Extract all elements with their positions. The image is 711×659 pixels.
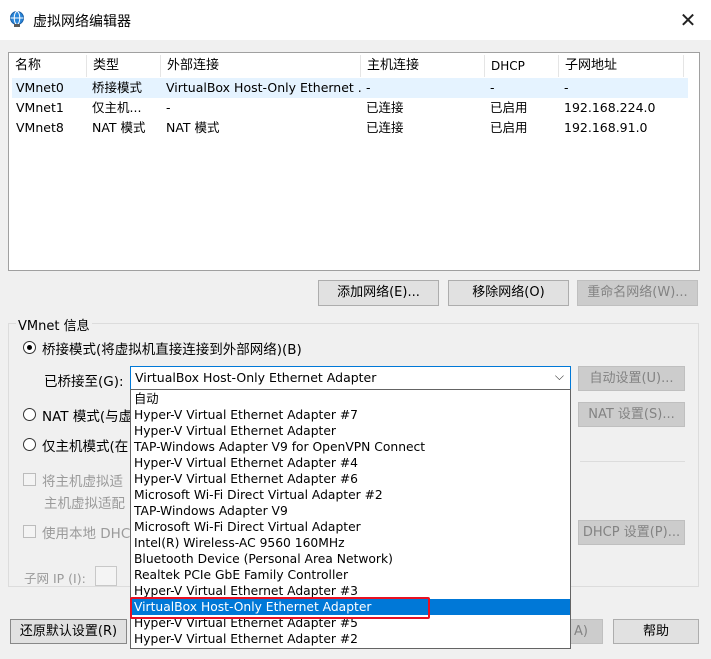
dropdown-option[interactable]: Hyper-V Virtual Ethernet Adapter #4 — [131, 455, 570, 471]
dropdown-option[interactable]: Hyper-V Virtual Ethernet Adapter #3 — [131, 583, 570, 599]
cell-dhcp: 已启用 — [490, 100, 528, 115]
table-row[interactable]: VMnet1 仅主机... - 已连接 已启用 192.168.224.0 — [12, 98, 688, 118]
dropdown-option[interactable]: Realtek PCIe GbE Family Controller — [131, 567, 570, 583]
title-bar: 虚拟网络编辑器 ✕ — [0, 0, 711, 40]
cell-external: VirtualBox Host-Only Ethernet ... — [166, 80, 362, 95]
dropdown-option[interactable]: TAP-Windows Adapter V9 — [131, 503, 570, 519]
cell-external: NAT 模式 — [166, 120, 220, 135]
network-list[interactable]: 名称 类型 外部连接 主机连接 DHCP 子网地址 VMnet0 桥接模式 Vi… — [8, 52, 700, 271]
auto-settings-button[interactable]: 自动设置(U)... — [578, 366, 685, 391]
cell-name: VMnet1 — [16, 100, 64, 115]
bridged-adapter-combobox[interactable]: VirtualBox Host-Only Ethernet Adapter ⌵ — [130, 366, 571, 390]
bridge-mode-label: 桥接模式(将虚拟机直接连接到外部网络)(B) — [42, 342, 302, 358]
column-header-external[interactable]: 外部连接 — [161, 55, 361, 77]
dropdown-option[interactable]: 自动 — [131, 391, 570, 407]
cell-external: - — [166, 100, 171, 115]
dropdown-option[interactable]: Hyper-V Virtual Ethernet Adapter — [131, 423, 570, 439]
column-header-type[interactable]: 类型 — [87, 55, 161, 77]
dropdown-option[interactable]: TAP-Windows Adapter V9 for OpenVPN Conne… — [131, 439, 570, 455]
dropdown-option[interactable]: VirtualBox Host-Only Ethernet Adapter — [131, 599, 570, 615]
cell-host: 已连接 — [366, 120, 404, 135]
nat-mode-radio[interactable] — [23, 408, 36, 421]
globe-network-icon — [10, 11, 24, 27]
cell-type: 桥接模式 — [92, 80, 143, 95]
restore-defaults-button[interactable]: 还原默认设置(R) — [10, 619, 127, 644]
remove-network-button[interactable]: 移除网络(O) — [448, 280, 569, 306]
connect-host-adapter-label: 将主机虚拟适 — [42, 474, 123, 490]
cell-type: NAT 模式 — [92, 120, 146, 135]
close-button[interactable]: ✕ — [665, 0, 711, 40]
hostonly-mode-radio[interactable] — [23, 438, 36, 451]
cell-dhcp: - — [490, 80, 495, 95]
cell-type: 仅主机... — [92, 100, 142, 115]
cell-name: VMnet8 — [16, 120, 64, 135]
dropdown-option[interactable]: Hyper-V Virtual Ethernet Adapter #7 — [131, 407, 570, 423]
dropdown-option[interactable]: Hyper-V Virtual Ethernet Adapter #5 — [131, 615, 570, 631]
column-header-name[interactable]: 名称 — [9, 55, 87, 77]
cell-subnet: 192.168.91.0 — [564, 120, 648, 135]
chevron-down-icon[interactable]: ⌵ — [555, 369, 564, 384]
bridge-mode-radio[interactable] — [23, 341, 36, 354]
column-header-dhcp[interactable]: DHCP — [485, 55, 559, 77]
cell-subnet: 192.168.224.0 — [564, 100, 656, 115]
nat-settings-button[interactable]: NAT 设置(S)... — [578, 402, 685, 427]
dropdown-option[interactable]: Intel(R) Wireless-AC 9560 160MHz — [131, 535, 570, 551]
add-network-button[interactable]: 添加网络(E)... — [318, 280, 439, 306]
help-button[interactable]: 帮助 — [613, 619, 699, 644]
vmnet-info-title: VMnet 信息 — [16, 315, 92, 334]
rename-network-button[interactable]: 重命名网络(W)... — [577, 280, 698, 306]
bridged-adapter-dropdown[interactable]: 自动 Hyper-V Virtual Ethernet Adapter #7 Hyp… — [130, 389, 571, 649]
subnet-ip-input[interactable] — [95, 566, 117, 586]
dropdown-option[interactable]: Microsoft Wi-Fi Direct Virtual Adapter #… — [131, 487, 570, 503]
connect-host-adapter-checkbox[interactable] — [23, 473, 36, 486]
cell-subnet: - — [564, 80, 569, 95]
nat-mode-label: NAT 模式(与虚 — [42, 409, 133, 425]
cell-host: - — [366, 80, 371, 95]
column-header-subnet[interactable]: 子网地址 — [559, 55, 684, 77]
table-row[interactable]: VMnet0 桥接模式 VirtualBox Host-Only Etherne… — [12, 78, 688, 98]
dropdown-option[interactable]: Hyper-V Virtual Ethernet Adapter #6 — [131, 471, 570, 487]
dropdown-option[interactable]: Bluetooth Device (Personal Area Network) — [131, 551, 570, 567]
column-header-host[interactable]: 主机连接 — [361, 55, 485, 77]
hostonly-mode-label: 仅主机模式(在 — [42, 439, 129, 455]
bridged-adapter-value: VirtualBox Host-Only Ethernet Adapter — [135, 370, 377, 385]
host-adapter-name-label: 主机虚拟适配 — [44, 496, 125, 512]
cell-name: VMnet0 — [16, 80, 64, 95]
dropdown-option[interactable]: Hyper-V Virtual Ethernet Adapter #2 — [131, 631, 570, 647]
use-local-dhcp-checkbox[interactable] — [23, 525, 36, 538]
cell-dhcp: 已启用 — [490, 120, 528, 135]
use-local-dhcp-label: 使用本地 DHC — [42, 526, 131, 542]
close-icon: ✕ — [679, 8, 697, 32]
dhcp-settings-button[interactable]: DHCP 设置(P)... — [578, 520, 685, 545]
separator — [580, 461, 685, 462]
bridged-to-label: 已桥接至(G): — [44, 374, 124, 390]
cell-host: 已连接 — [366, 100, 404, 115]
dropdown-option[interactable]: Microsoft Wi-Fi Direct Virtual Adapter — [131, 519, 570, 535]
table-row[interactable]: VMnet8 NAT 模式 NAT 模式 已连接 已启用 192.168.91.… — [12, 118, 688, 138]
subnet-ip-label: 子网 IP (I): — [24, 571, 86, 586]
window-title: 虚拟网络编辑器 — [33, 14, 131, 30]
